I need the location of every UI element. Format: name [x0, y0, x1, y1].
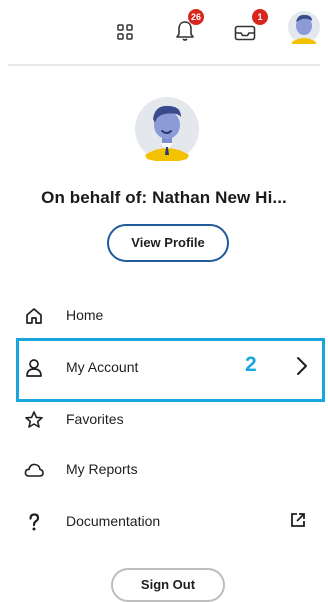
menu-item-home[interactable]: Home [0, 296, 328, 336]
inbox-icon[interactable] [234, 25, 256, 41]
notifications-badge: 26 [188, 9, 204, 25]
top-bar: 26 1 [0, 0, 328, 60]
top-bar-divider [8, 64, 320, 66]
menu-item-documentation[interactable]: Documentation [0, 502, 328, 542]
menu-item-label: My Reports [66, 461, 138, 477]
apps-grid-icon[interactable] [117, 24, 133, 40]
menu-item-my-reports[interactable]: My Reports [0, 450, 328, 490]
menu-item-favorites[interactable]: Favorites [0, 400, 328, 440]
chevron-right-icon[interactable] [296, 356, 308, 376]
inbox-badge: 1 [252, 9, 268, 25]
on-behalf-of-text: On behalf of: Nathan New Hi... [41, 188, 287, 207]
home-icon [26, 308, 42, 324]
menu-item-label: Documentation [66, 513, 161, 529]
sign-out-button[interactable]: Sign Out [111, 568, 225, 602]
user-avatar-icon[interactable] [288, 10, 320, 44]
user-avatar-icon [135, 97, 199, 161]
menu-item-label: Home [66, 307, 104, 323]
star-icon [25, 411, 43, 428]
step-number-label: 2 [245, 353, 257, 376]
cloud-icon [24, 463, 44, 477]
step-highlight-box [16, 338, 325, 402]
external-link-icon[interactable] [290, 512, 306, 528]
view-profile-button[interactable]: View Profile [107, 224, 229, 262]
question-icon [29, 513, 40, 531]
menu-item-label: Favorites [66, 411, 124, 427]
